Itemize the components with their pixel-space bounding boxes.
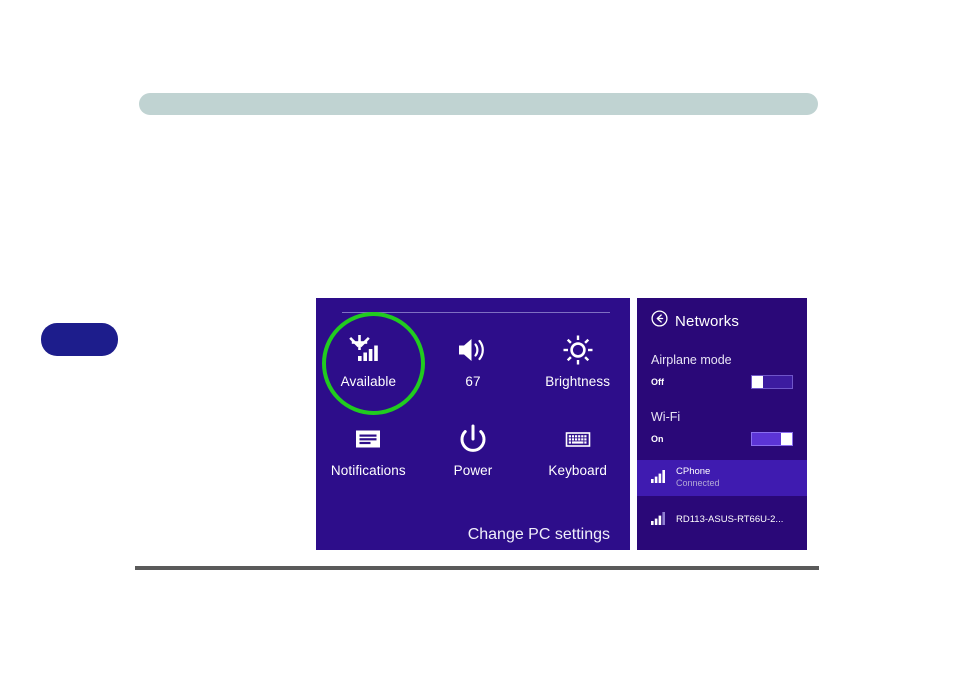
airplane-mode-row: Off — [651, 375, 793, 389]
volume-speaker-icon — [453, 330, 493, 370]
airplane-mode-toggle[interactable] — [751, 375, 793, 389]
charm-keyboard-label: Keyboard — [548, 462, 607, 478]
wifi-label: Wi-Fi — [651, 410, 681, 424]
airplane-mode-label: Airplane mode — [651, 353, 732, 367]
list-item-text: RD113-ASUS-RT66U-2... — [676, 513, 784, 526]
power-icon — [453, 419, 493, 459]
keyboard-icon — [558, 419, 598, 459]
networks-flyout-panel: Networks Airplane mode Off Wi-Fi On CPho… — [637, 298, 807, 550]
network-name: RD113-ASUS-RT66U-2... — [676, 513, 784, 525]
charm-brightness[interactable]: Brightness — [525, 330, 630, 389]
charm-volume[interactable]: 67 — [421, 330, 526, 389]
network-name: CPhone — [676, 466, 711, 478]
side-tab-marker — [41, 323, 118, 356]
wifi-toggle-knob — [781, 433, 792, 445]
wifi-section: Wi-Fi On — [637, 410, 807, 446]
wifi-bars-icon — [651, 469, 667, 488]
network-status: Connected — [676, 478, 720, 489]
brightness-sun-icon — [558, 330, 598, 370]
charms-row-bottom: Notifications Power Keyboard — [316, 419, 630, 478]
change-pc-settings-link[interactable]: Change PC settings — [468, 526, 610, 544]
settings-charm-panel: Available 67 Brightness Notifications Po… — [316, 298, 630, 550]
charm-power-label: Power — [453, 462, 493, 478]
back-arrow-circle-icon[interactable] — [651, 310, 668, 332]
list-item-text: CPhone Connected — [676, 466, 720, 489]
top-header-bar — [139, 93, 818, 115]
wifi-state: On — [651, 434, 664, 444]
networks-title: Networks — [675, 312, 740, 330]
network-list: CPhone Connected RD113-ASUS-RT66U-2... — [637, 460, 807, 550]
notifications-icon — [348, 419, 388, 459]
bottom-divider-rule — [135, 566, 819, 570]
charm-brightness-label: Brightness — [545, 374, 611, 389]
highlight-annotation-circle — [322, 312, 425, 415]
charm-keyboard[interactable]: Keyboard — [525, 419, 630, 478]
airplane-mode-toggle-knob — [752, 376, 763, 388]
list-item[interactable]: RD113-ASUS-RT66U-2... — [637, 502, 807, 538]
charm-volume-label: 67 — [465, 374, 481, 389]
charm-notifications-label: Notifications — [330, 462, 406, 478]
airplane-mode-section: Airplane mode Off — [637, 353, 807, 389]
airplane-mode-state: Off — [651, 377, 664, 387]
wifi-bars-icon — [651, 511, 667, 530]
list-item[interactable]: CPhone Connected — [637, 460, 807, 496]
list-item[interactable]: RD113 — [637, 544, 807, 550]
charm-power[interactable]: Power — [421, 419, 526, 478]
wifi-toggle[interactable] — [751, 432, 793, 446]
charm-notifications[interactable]: Notifications — [316, 419, 421, 478]
wifi-row: On — [651, 432, 793, 446]
networks-header: Networks — [637, 298, 807, 332]
